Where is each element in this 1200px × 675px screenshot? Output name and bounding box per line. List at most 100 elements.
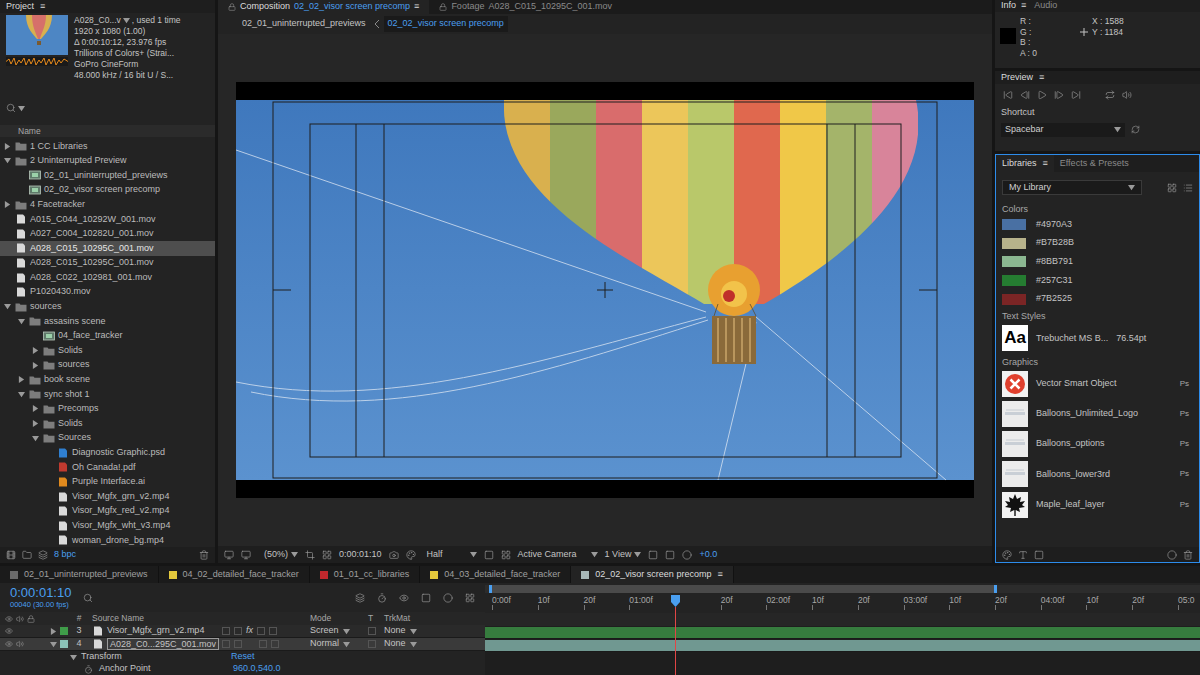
layer-row[interactable]: 4A028_C0...295C_001.movNormalNone — [0, 638, 485, 651]
expand-arrow-icon[interactable] — [32, 420, 39, 427]
project-item[interactable]: A028_C015_10295C_001.mov — [0, 241, 215, 256]
layer-row[interactable]: 3Visor_Mgfx_grn_v2.mp4fxScreenNone — [0, 625, 485, 638]
number-column[interactable]: # — [70, 612, 88, 625]
project-search[interactable] — [0, 97, 215, 119]
visibility-icon[interactable] — [5, 627, 13, 635]
work-area-start-handle[interactable] — [489, 585, 492, 593]
timeline-tab[interactable]: 01_01_cc_libraries — [310, 566, 421, 583]
expand-arrow-icon[interactable] — [32, 405, 39, 412]
expand-arrow-icon[interactable] — [18, 318, 25, 325]
exposure-value[interactable]: +0.0 — [699, 548, 717, 562]
viewer-tab[interactable]: Composition02_02_visor screen precomp≡ — [218, 0, 429, 14]
project-item[interactable]: woman_drone_bg.mp4 — [0, 533, 215, 547]
play-icon[interactable] — [1037, 90, 1047, 100]
property-row[interactable]: TransformReset — [0, 651, 485, 663]
library-graphic[interactable]: Balloons_lower3rdPs — [1002, 459, 1193, 489]
library-tab[interactable]: Libraries≡ — [996, 155, 1054, 172]
previous-frame-icon[interactable] — [1020, 90, 1030, 100]
dropdown-arrow-icon[interactable] — [410, 628, 417, 635]
switch-box[interactable] — [259, 640, 267, 648]
reset-icon[interactable] — [1131, 125, 1140, 134]
search-icon[interactable] — [6, 103, 16, 113]
panel-menu[interactable]: ≡ — [717, 568, 722, 582]
expand-arrow-icon[interactable] — [32, 435, 39, 442]
mode-column[interactable]: Mode — [310, 612, 368, 625]
audio-column-icon[interactable] — [16, 615, 24, 623]
work-area-end-handle[interactable] — [994, 585, 997, 593]
audio-icon[interactable] — [1122, 90, 1132, 100]
first-frame-icon[interactable] — [1003, 90, 1013, 100]
visibility-icon[interactable] — [5, 640, 13, 648]
dropdown-arrow-icon[interactable] — [291, 551, 298, 558]
project-item[interactable]: A028_C015_10295C_001.mov — [0, 256, 215, 271]
library-color[interactable]: #4970A3 — [1002, 215, 1193, 234]
track-matte[interactable]: None — [384, 624, 440, 638]
library-color[interactable]: #B7B28B — [1002, 234, 1193, 253]
dropdown-arrow-icon[interactable] — [1128, 184, 1135, 191]
zoom-dropdown[interactable]: (50%) — [264, 548, 298, 562]
project-item[interactable]: Purple Interface.ai — [0, 475, 215, 490]
project-item[interactable]: 02_02_visor screen precomp — [0, 183, 215, 198]
monitor-icon[interactable] — [241, 550, 251, 560]
add-text-style-icon[interactable] — [1018, 550, 1028, 560]
toggle-pixel-aspect-icon[interactable] — [648, 550, 658, 560]
region-icon[interactable] — [484, 550, 494, 560]
dropdown-arrow-icon[interactable] — [123, 17, 130, 24]
list-view-icon[interactable] — [1183, 183, 1193, 193]
property-row[interactable]: Anchor Point960.0,540.0 — [0, 663, 485, 675]
grid-view-icon[interactable] — [1167, 183, 1177, 193]
project-item[interactable]: 4 Facetracker — [0, 197, 215, 212]
matte-column[interactable]: TrkMat — [384, 612, 440, 625]
expand-arrow-icon[interactable] — [4, 303, 11, 310]
always-preview-icon[interactable] — [224, 550, 234, 560]
work-area[interactable] — [489, 585, 997, 593]
panel-menu[interactable]: ≡ — [1039, 71, 1044, 85]
viewer-tab[interactable]: FootageA028_C015_10295C_001.mov — [429, 0, 622, 14]
new-composition-icon[interactable] — [38, 550, 48, 560]
expand-arrow-icon[interactable] — [18, 376, 25, 383]
add-graphic-icon[interactable] — [1034, 550, 1044, 560]
breadcrumb[interactable]: 02_02_visor screen precomp — [384, 16, 508, 32]
hide-shy-layers-icon[interactable] — [399, 593, 409, 603]
track-column[interactable]: T — [368, 612, 384, 625]
trash-icon[interactable] — [1183, 550, 1193, 560]
project-item[interactable]: P1020430.mov — [0, 285, 215, 300]
project-item[interactable]: sources — [0, 300, 215, 315]
project-item[interactable]: Solids — [0, 343, 215, 358]
region-of-interest-icon[interactable] — [305, 550, 315, 560]
interpret-footage-icon[interactable] — [6, 550, 16, 560]
library-text-style[interactable]: AaTrebuchet MS B...76.54pt — [1002, 322, 1193, 354]
effect-switch[interactable]: fx — [246, 624, 253, 638]
project-item[interactable]: 02_01_uninterrupted_previews — [0, 168, 215, 183]
frame-blending-icon[interactable] — [421, 593, 431, 603]
project-item[interactable]: Visor_Mgfx_wht_v3.mp4 — [0, 518, 215, 533]
layer-bar[interactable] — [485, 640, 1200, 651]
library-color[interactable]: #8BB791 — [1002, 252, 1193, 271]
library-graphic[interactable]: Balloons_optionsPs — [1002, 429, 1193, 459]
blend-mode[interactable]: Normal — [310, 637, 368, 651]
video-column-icon[interactable] — [5, 615, 13, 623]
dropdown-arrow-icon[interactable] — [343, 641, 350, 648]
switch-box[interactable] — [269, 627, 277, 635]
switch-box[interactable] — [271, 640, 279, 648]
dropdown-arrow-icon[interactable] — [1114, 126, 1121, 133]
info-tab[interactable]: Audio — [1034, 0, 1057, 13]
timeline-tab[interactable]: 04_02_detailed_face_tracker — [159, 566, 310, 583]
expand-arrow-icon[interactable] — [32, 362, 39, 369]
expand-arrow-icon[interactable] — [70, 654, 77, 661]
project-item[interactable]: book scene — [0, 373, 215, 388]
switch-box[interactable] — [222, 640, 230, 648]
project-item[interactable]: sources — [0, 358, 215, 373]
playhead-marker-icon[interactable] — [671, 595, 680, 607]
preserve-transparency[interactable] — [368, 640, 376, 648]
playhead[interactable] — [671, 595, 680, 675]
project-item[interactable]: 04_face_tracker — [0, 329, 215, 344]
dropdown-arrow-icon[interactable] — [410, 641, 417, 648]
project-item[interactable]: 2 Uninterrupted Preview — [0, 154, 215, 169]
switch-box[interactable] — [222, 627, 230, 635]
draft-3d-icon[interactable] — [377, 593, 387, 603]
search-icon[interactable] — [83, 593, 93, 603]
expand-arrow-icon[interactable] — [50, 641, 57, 648]
property-value[interactable]: Reset — [231, 650, 255, 664]
breadcrumb[interactable]: 02_01_uninterrupted_previews — [238, 16, 370, 32]
